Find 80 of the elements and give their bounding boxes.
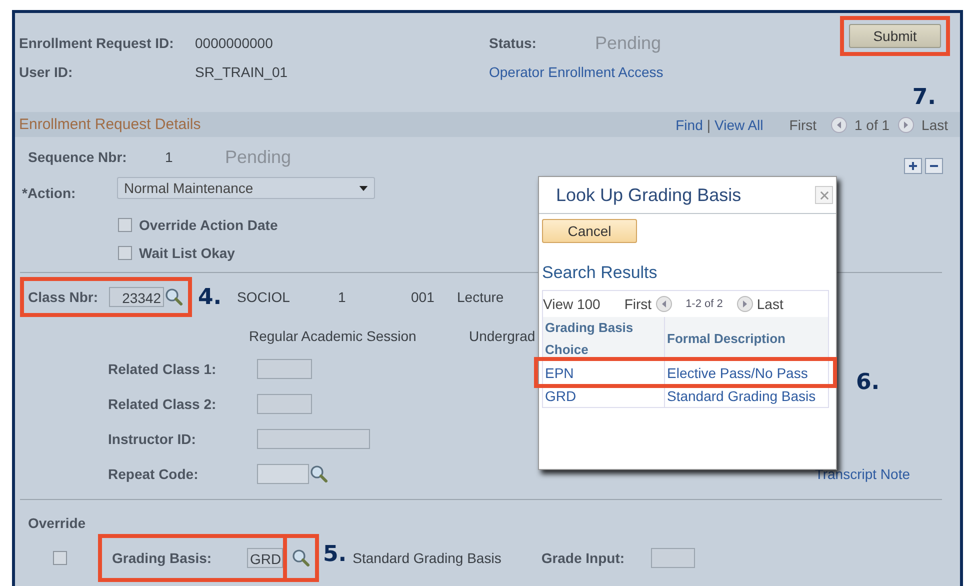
plus-icon (908, 161, 918, 171)
add-row-button[interactable] (904, 158, 922, 174)
career-text: Undergrad (469, 328, 536, 344)
last-label: Last (922, 116, 948, 132)
checkbox[interactable] (118, 246, 132, 260)
field-label: Enrollment Request ID: (19, 35, 175, 51)
field-label: Status: (489, 35, 538, 51)
search-icon[interactable] (291, 548, 311, 568)
field-value: 0000000000 (195, 35, 274, 51)
search-icon[interactable] (309, 464, 329, 484)
section-title: Enrollment Request Details (19, 116, 201, 133)
checkbox[interactable] (118, 218, 132, 232)
field-label: Repeat Code: (108, 466, 200, 482)
next-icon[interactable] (898, 116, 914, 132)
close-icon (820, 190, 828, 200)
session-text: Regular Academic Session (249, 328, 418, 344)
checkbox-label: Override Action Date (139, 217, 278, 233)
grading-basis-field[interactable]: GRD (247, 548, 283, 568)
cancel-button[interactable]: Cancel (542, 219, 637, 243)
code-link[interactable]: GRD (543, 384, 665, 407)
field-label: User ID: (19, 64, 74, 80)
section-number: 001 (411, 289, 436, 305)
step-number: 7. (912, 84, 936, 110)
action-dropdown[interactable]: Normal Maintenance (117, 177, 375, 199)
delete-row-button[interactable] (925, 158, 943, 174)
search-icon[interactable] (164, 287, 184, 307)
class-number-field[interactable]: 23342 (109, 287, 164, 307)
field-label: Grading Basis: (112, 550, 213, 566)
first-label: First (789, 116, 816, 132)
field-label: Grade Input: (541, 550, 626, 566)
result-row[interactable]: GRD Standard Grading Basis (543, 384, 828, 407)
page-count: 1-2 of 2 (686, 298, 723, 310)
field-label: Instructor ID: (108, 430, 197, 446)
field-label: *Action: (22, 185, 77, 201)
step-number: 6. (856, 370, 880, 395)
operator-access-link[interactable]: Operator Enrollment Access (489, 64, 664, 80)
input-field[interactable] (257, 394, 312, 414)
dialog-title: Look Up Grading Basis (556, 184, 742, 206)
results-heading: Search Results (542, 263, 658, 283)
grading-description: Standard Grading Basis (352, 550, 502, 566)
code-link[interactable]: EPN (543, 361, 665, 384)
override-checkbox[interactable] (53, 551, 67, 565)
first-label: First (624, 296, 652, 312)
input-field[interactable] (651, 548, 696, 568)
field-label: Class Nbr: (28, 289, 100, 305)
submit-button[interactable]: Submit (849, 24, 941, 48)
field-label: Sequence Nbr: (28, 149, 128, 165)
input-field[interactable] (257, 464, 309, 484)
step-number: 5. (323, 542, 347, 566)
input-field[interactable] (257, 358, 312, 378)
page-count: 1 of 1 (854, 116, 890, 132)
column-header: Formal Description (666, 330, 786, 348)
close-button[interactable] (815, 186, 833, 204)
checkbox-label: Wait List Okay (139, 245, 235, 261)
input-field[interactable] (257, 428, 370, 448)
column-label: Override (28, 515, 86, 531)
status-value: Pending (595, 32, 662, 54)
next-icon[interactable] (736, 296, 753, 312)
result-row[interactable]: EPN Elective Pass/No Pass (538, 361, 833, 384)
separator: | (706, 116, 710, 132)
previous-icon[interactable] (656, 296, 672, 312)
field-label: Related Class 1: (108, 360, 218, 376)
catalog-number: 1 (338, 289, 347, 305)
description-link[interactable]: Elective Pass/No Pass (665, 361, 828, 384)
field-value: 1 (165, 149, 174, 165)
view-all-link[interactable]: View All (714, 116, 764, 132)
dropdown-arrow-icon (359, 186, 368, 190)
step-number: 4. (198, 284, 223, 310)
subject-text: SOCIOL (237, 289, 291, 305)
status-value: Pending (225, 146, 292, 168)
column-header: Grading Basis Choice (543, 317, 665, 361)
field-value: SR_TRAIN_01 (195, 64, 289, 80)
field-label: Related Class 2: (108, 396, 218, 412)
component-text: Lecture (457, 289, 504, 305)
find-link[interactable]: Find (676, 116, 703, 132)
view-100-link[interactable]: View 100 (543, 296, 600, 312)
previous-icon[interactable] (830, 116, 846, 132)
description-link[interactable]: Standard Grading Basis (665, 384, 828, 407)
transcript-note-link[interactable]: Transcript Note (814, 466, 910, 482)
last-label: Last (756, 296, 784, 312)
